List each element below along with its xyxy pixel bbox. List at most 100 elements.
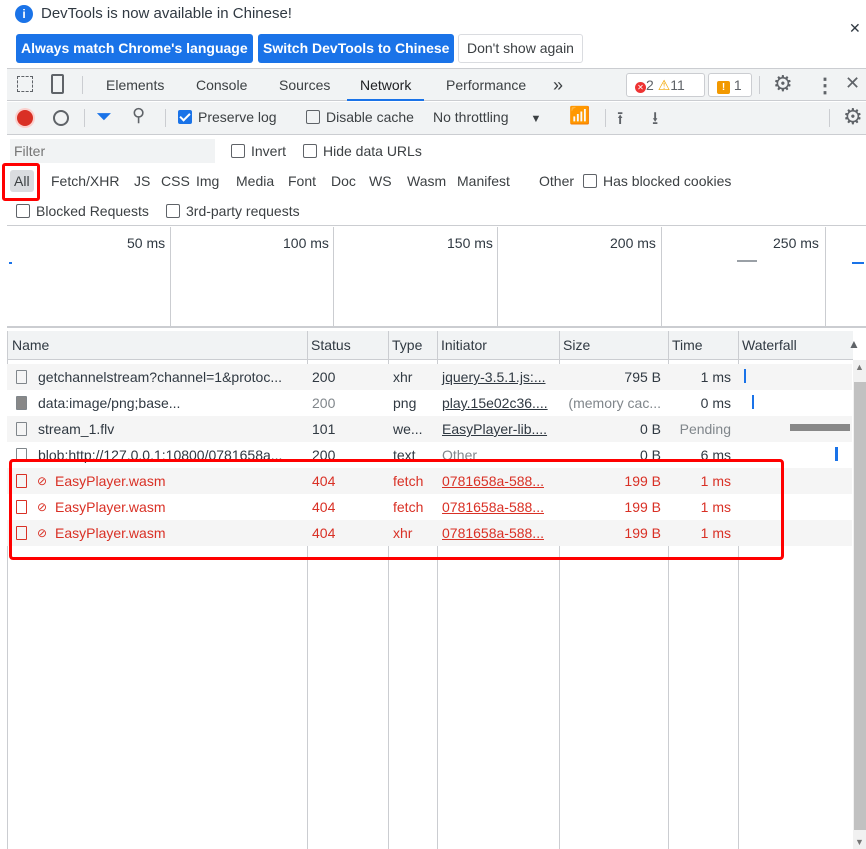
errors-warnings-badge[interactable]: ✕ 2 ⚠11 — [626, 73, 705, 97]
infobar-message: DevTools is now available in Chinese! — [41, 5, 292, 22]
column-header-type[interactable]: Type — [392, 337, 422, 353]
clear-icon[interactable] — [53, 110, 69, 126]
type-filter-font[interactable]: Font — [284, 166, 320, 196]
document-icon — [16, 370, 27, 384]
type-filter-fetchxhr[interactable]: Fetch/XHR — [47, 166, 123, 196]
hide-data-urls-checkbox[interactable]: Hide data URLs — [303, 136, 422, 166]
timeline-overview: 50 ms 100 ms 150 ms 200 ms 250 ms — [7, 227, 866, 328]
timeline-tick: 100 ms — [283, 235, 329, 251]
info-icon: i — [15, 5, 33, 23]
error-rows-highlight — [9, 459, 784, 560]
column-header-waterfall[interactable]: Waterfall — [742, 337, 797, 353]
match-language-button[interactable]: Always match Chrome's language — [16, 34, 253, 63]
close-devtools-icon[interactable]: ✕ — [845, 73, 860, 94]
cell-initiator[interactable]: play.15e02c36.... — [436, 390, 558, 416]
cell-name: stream_1.flv — [38, 421, 115, 437]
disable-cache-checkbox[interactable]: Disable cache — [306, 102, 414, 132]
throttling-value: No throttling — [433, 109, 509, 125]
all-filter-highlight — [2, 163, 40, 201]
table-row[interactable]: data:image/png;base... 200 png play.15e02c3… — [7, 390, 852, 416]
cell-type: we... — [393, 421, 423, 437]
preserve-log-label: Preserve log — [198, 109, 277, 125]
filter-bar: Invert Hide data URLs AllFetch/XHRJSCSSI… — [7, 136, 866, 226]
has-blocked-cookies-label: Has blocked cookies — [603, 173, 732, 189]
waterfall-bar — [744, 369, 746, 383]
waterfall-bar — [752, 395, 754, 409]
column-header-time[interactable]: Time — [672, 337, 703, 353]
cell-size: (memory cac... — [568, 395, 661, 411]
infobar-close-icon[interactable]: ✕ — [849, 20, 861, 37]
type-filter-ws[interactable]: WS — [365, 166, 396, 196]
type-filter-doc[interactable]: Doc — [327, 166, 360, 196]
has-blocked-cookies-checkbox[interactable]: Has blocked cookies — [583, 166, 731, 196]
table-row[interactable]: stream_1.flv 101 we... EasyPlayer-lib.... 0 … — [7, 416, 852, 442]
tab-console[interactable]: Console — [196, 69, 247, 101]
overview-bar — [737, 260, 757, 262]
cell-status: 200 — [312, 395, 336, 411]
cell-initiator[interactable]: jquery-3.5.1.js:... — [436, 364, 558, 390]
inspect-element-icon[interactable] — [17, 76, 33, 92]
scrollbar[interactable]: ▲ ▼ — [853, 360, 866, 849]
type-filter-img[interactable]: Img — [192, 166, 223, 196]
tab-sources[interactable]: Sources — [279, 69, 330, 101]
column-header-status[interactable]: Status — [311, 337, 351, 353]
cell-initiator[interactable]: EasyPlayer-lib.... — [436, 416, 558, 442]
type-filter-wasm[interactable]: Wasm — [403, 166, 450, 196]
import-har-icon[interactable]: ⭱ — [617, 106, 623, 136]
column-header-initiator[interactable]: Initiator — [441, 337, 487, 353]
invert-label: Invert — [251, 143, 287, 159]
type-filter-js[interactable]: JS — [130, 166, 154, 196]
tab-network[interactable]: Network — [347, 69, 425, 101]
settings-gear-icon[interactable]: ⚙ — [773, 71, 793, 97]
error-count: 2 — [646, 77, 654, 93]
warning-icon: ⚠ — [657, 77, 671, 93]
filter-input[interactable] — [10, 139, 215, 163]
scroll-up-icon[interactable]: ▲ — [855, 362, 864, 372]
waterfall-bar — [835, 447, 838, 461]
table-row[interactable]: getchannelstream?channel=1&protoc... 200 x… — [7, 364, 852, 390]
record-button[interactable] — [17, 110, 33, 126]
switch-chinese-button[interactable]: Switch DevTools to Chinese — [258, 34, 455, 63]
filter-funnel-icon[interactable]: ⏷ — [96, 106, 112, 129]
timeline-tick: 150 ms — [447, 235, 493, 251]
column-header-name[interactable]: Name — [12, 337, 49, 353]
cell-name: data:image/png;base... — [38, 395, 181, 411]
dont-show-again-button[interactable]: Don't show again — [458, 34, 583, 63]
invert-checkbox[interactable]: Invert — [231, 136, 286, 166]
preserve-log-checkbox[interactable]: Preserve log — [178, 102, 277, 132]
cell-status: 200 — [312, 369, 336, 385]
type-filter-css[interactable]: CSS — [157, 166, 194, 196]
device-toolbar-icon[interactable] — [51, 74, 64, 94]
scroll-down-icon[interactable]: ▼ — [855, 837, 864, 847]
export-har-icon[interactable]: ⭳ — [652, 106, 658, 136]
column-header-size[interactable]: Size — [563, 337, 590, 353]
type-filter-other[interactable]: Other — [535, 166, 578, 196]
overview-bar — [9, 262, 12, 264]
cell-time: 1 ms — [700, 369, 731, 385]
issues-badge[interactable]: ! 1 — [708, 73, 752, 97]
throttling-select[interactable]: No throttling ▼ — [433, 102, 541, 132]
cell-name: getchannelstream?channel=1&protoc... — [38, 369, 282, 385]
blocked-requests-label: Blocked Requests — [36, 203, 149, 219]
sort-arrow-icon[interactable]: ▲ — [848, 337, 860, 351]
dropdown-arrow-icon: ▼ — [530, 113, 542, 125]
timeline-tick: 200 ms — [610, 235, 656, 251]
network-settings-icon[interactable]: ⚙ — [843, 104, 863, 130]
tab-performance[interactable]: Performance — [446, 69, 526, 101]
type-filter-media[interactable]: Media — [232, 166, 278, 196]
main-tabs-bar: Elements Console Sources Network Perform… — [7, 68, 866, 101]
tab-elements[interactable]: Elements — [106, 69, 164, 101]
table-header — [8, 331, 853, 360]
cell-type: png — [393, 395, 417, 411]
type-filter-manifest[interactable]: Manifest — [453, 166, 514, 196]
more-options-icon[interactable]: ⋮ — [815, 73, 835, 98]
network-conditions-icon[interactable]: 📶 — [569, 106, 590, 126]
overview-bar — [852, 262, 864, 264]
third-party-checkbox[interactable]: 3rd-party requests — [166, 196, 300, 226]
document-icon — [16, 422, 27, 436]
scrollbar-thumb[interactable] — [854, 382, 866, 830]
timeline-tick: 250 ms — [773, 235, 819, 251]
search-icon[interactable]: ⚲ — [132, 105, 145, 126]
issue-icon: ! — [717, 81, 730, 94]
more-tabs-button[interactable]: » — [553, 69, 563, 101]
